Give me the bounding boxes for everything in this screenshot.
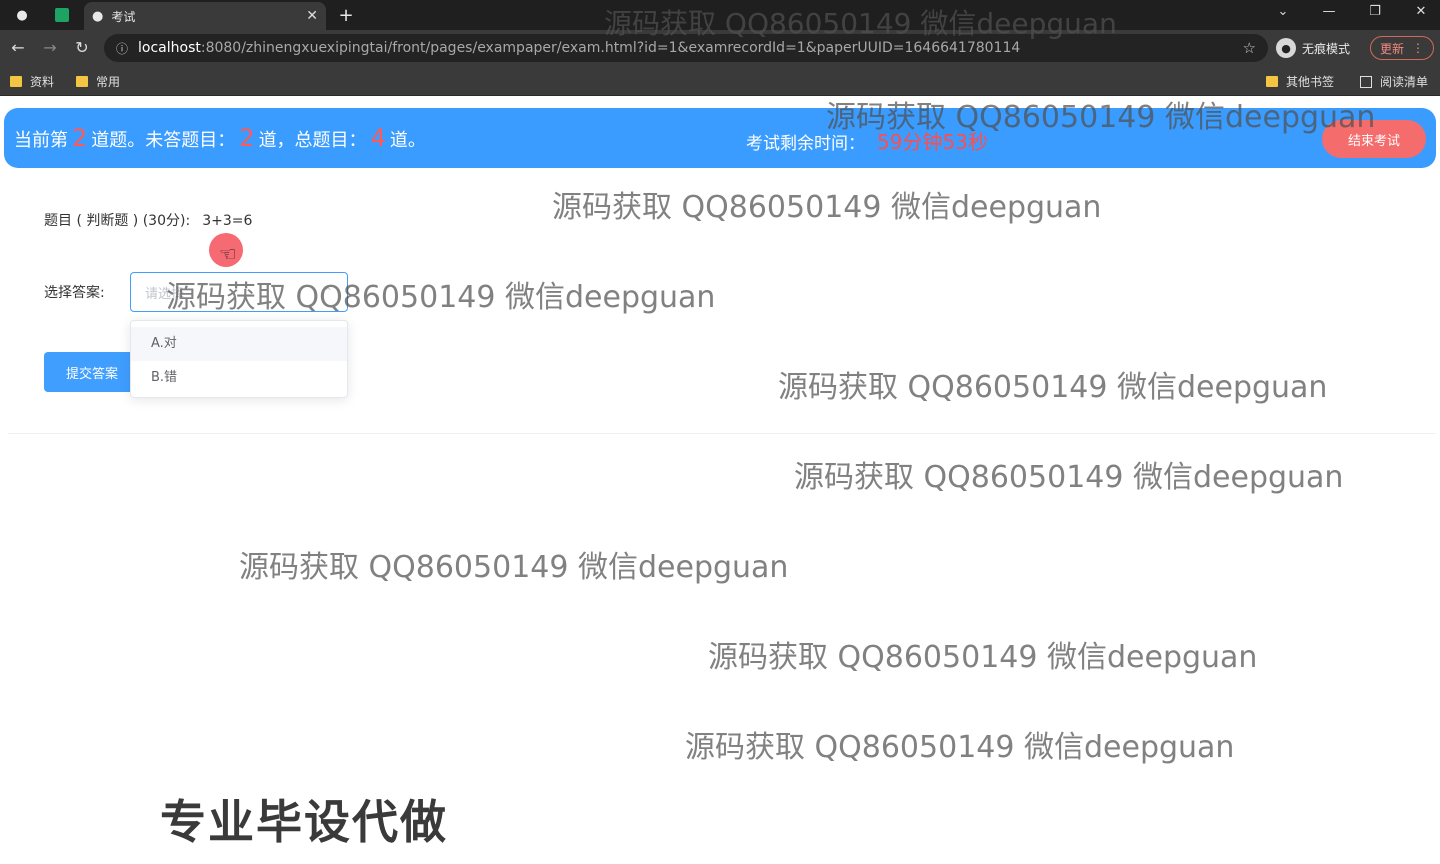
new-tab-button[interactable]: + [334,4,358,26]
address-bar[interactable]: ⓘ localhost:8080/zhinengxuexipingtai/fro… [104,34,1268,62]
browser-toolbar: ← → ↻ ⓘ localhost:8080/zhinengxuexipingt… [0,30,1440,66]
unanswered-count: 2 [239,124,255,152]
update-button[interactable]: 更新 ⋮ [1370,36,1434,60]
exam-timer: 考试剩余时间： 59分钟53秒 [746,126,988,155]
star-icon[interactable]: ☆ [1243,39,1256,57]
close-icon[interactable]: ✕ [306,8,318,24]
answer-label: 选择答案: [44,285,105,301]
bookmark-folder-changyong[interactable]: 常用 [76,73,120,90]
bookmark-label: 其他书签 [1286,75,1335,89]
status-suffix: 道。 [389,130,426,151]
url-path: :8080/zhinengxuexipingtai/front/pages/ex… [200,40,1021,56]
sheet-icon [55,8,69,22]
total-count: 4 [370,124,386,152]
incognito-indicator[interactable]: ● 无痕模式 [1276,38,1350,58]
url-host: localhost [138,40,201,56]
reading-list[interactable]: 阅读清单 [1360,73,1428,90]
timer-label: 考试剩余时间： [746,134,865,154]
bookmark-other[interactable]: 其他书签 [1266,73,1334,90]
folder-icon [10,76,22,87]
forward-icon[interactable]: → [40,38,60,57]
status-unanswered-label: 道题。未答题目： [91,130,236,151]
reload-icon[interactable]: ↻ [72,38,92,57]
bookmark-label: 常用 [96,75,121,89]
pinned-tab[interactable] [48,4,76,26]
browser-menu-icon[interactable]: ● [8,4,36,26]
bookmark-folder-ziliao[interactable]: 资料 [10,73,54,90]
timer-value: 59分钟53秒 [877,130,988,154]
current-question-number: 2 [72,124,88,152]
exam-status-bar: 当前第 2 道题。未答题目： 2 道，总题目： 4 道。 考试剩余时间： 59分钟53秒 结束… [4,108,1436,168]
update-label: 更新 [1379,41,1404,56]
incognito-label: 无痕模式 [1302,41,1351,56]
minimize-icon[interactable]: — [1314,4,1344,19]
tab-exam[interactable]: ● 考试 ✕ [84,2,326,30]
question-type-label: 题目 ( 判断题 ) (30分): [44,213,191,229]
reading-list-label: 阅读清单 [1380,75,1429,89]
hand-pointer-icon: ☜ [219,242,237,266]
submit-answer-button[interactable]: 提交答案 [44,352,140,392]
window-close-icon[interactable]: ✕ [1406,4,1436,19]
select-placeholder: 请选择 [145,286,185,302]
bookmarks-bar: 资料 常用 其他书签 阅读清单 [0,66,1440,96]
question-title: 题目 ( 判断题 ) (30分): 3+3=6 [44,210,252,230]
chevron-down-icon[interactable]: ⌄ [1268,4,1298,19]
exam-page: 当前第 2 道题。未答题目： 2 道，总题目： 4 道。 考试剩余时间： 59分钟53秒 结束… [0,96,1440,864]
folder-icon [76,76,88,87]
reading-list-icon [1360,75,1372,88]
question-panel: 题目 ( 判断题 ) (30分): 3+3=6 选择答案: 请选择 ⌃ 提交答案 … [8,176,1436,434]
option-false[interactable]: B.错 [131,361,347,395]
back-icon[interactable]: ← [8,38,28,57]
answer-select[interactable]: 请选择 ⌃ [130,272,348,312]
info-icon[interactable]: ⓘ [116,40,128,57]
chevron-up-icon: ⌃ [322,285,333,299]
folder-icon [1266,76,1278,87]
more-vert-icon: ⋮ [1412,41,1424,55]
restore-icon[interactable]: ❐ [1360,4,1390,19]
question-text: 3+3=6 [202,213,253,229]
browser-tab-strip: ● ● 考试 ✕ + ⌄ — ❐ ✕ [0,0,1440,30]
bookmark-label: 资料 [30,75,55,89]
answer-dropdown: A.对 B.错 [130,320,348,398]
url-text: localhost:8080/zhinengxuexipingtai/front… [138,40,1020,56]
promo-overlay-text: 专业毕设代做 [160,795,448,849]
incognito-icon: ● [1276,38,1296,58]
globe-icon: ● [92,8,104,24]
status-total-label: 道，总题目： [258,130,367,151]
end-exam-button[interactable]: 结束考试 [1322,120,1426,158]
status-prefix: 当前第 [14,130,68,151]
tab-title: 考试 [111,9,136,24]
option-true[interactable]: A.对 [131,327,347,361]
progress-text: 当前第 2 道题。未答题目： 2 道，总题目： 4 道。 [14,124,426,152]
